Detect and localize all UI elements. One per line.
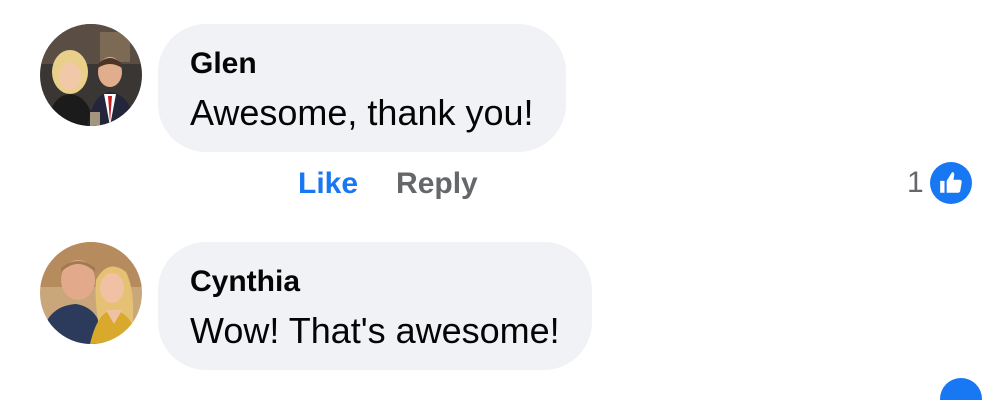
thumbs-up-icon [940,378,982,400]
comment-author[interactable]: Glen [190,45,534,83]
comment-actions: Like Reply [298,164,478,204]
avatar-cynthia[interactable] [40,242,142,344]
comment-text: Wow! That's awesome! [190,310,560,351]
reaction-count: 1 [907,166,924,199]
avatar-glen[interactable] [40,24,142,126]
comment-bubble: Cynthia Wow! That's awesome! [158,242,592,370]
like-button[interactable]: Like [298,167,358,200]
comment-thread: Glen Awesome, thank you! Like Reply 1 Cy… [0,0,1000,400]
comment-text: Awesome, thank you! [190,92,534,133]
reaction-summary[interactable]: 1 [907,161,972,205]
thumbs-up-icon [929,162,972,204]
comment-bubble: Glen Awesome, thank you! [158,24,566,152]
reply-button[interactable]: Reply [396,167,478,200]
comment-author[interactable]: Cynthia [190,263,560,301]
